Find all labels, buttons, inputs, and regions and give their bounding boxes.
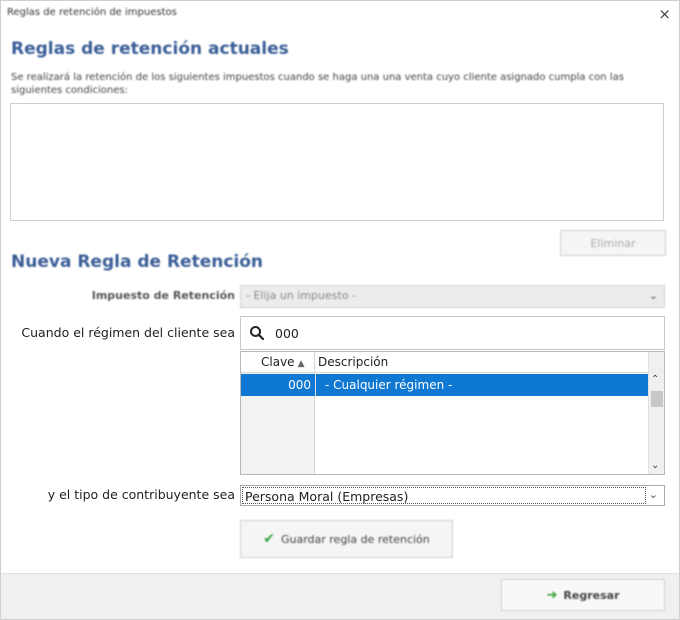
dialog-window: Reglas de retención de impuestos × Regla… bbox=[0, 0, 680, 620]
delete-button-label: Eliminar bbox=[590, 236, 636, 250]
cell-descripcion: - Cualquier régimen - bbox=[325, 378, 453, 392]
grid-scrollbar[interactable]: ⌃ ⌄ bbox=[648, 352, 664, 474]
column-header-clave[interactable]: Clave ▲ bbox=[241, 352, 315, 373]
window-title: Reglas de retención de impuestos bbox=[7, 7, 177, 18]
taxpayer-select[interactable]: Persona Moral (Empresas) ⌄ bbox=[240, 485, 665, 506]
tax-label: Impuesto de Retención bbox=[91, 289, 235, 302]
title-bar: Reglas de retención de impuestos × bbox=[1, 1, 679, 29]
regimen-search-input[interactable] bbox=[273, 323, 653, 343]
save-rule-button-label: Guardar regla de retención bbox=[280, 532, 430, 546]
table-row[interactable]: 000 - Cualquier régimen - bbox=[241, 374, 648, 396]
chevron-up-icon[interactable]: ⌃ bbox=[651, 374, 659, 385]
cell-clave: 000 bbox=[288, 378, 311, 392]
back-button-label: Regresar bbox=[563, 588, 620, 602]
close-icon[interactable]: × bbox=[658, 5, 671, 23]
sort-asc-icon: ▲ bbox=[297, 359, 305, 369]
scrollbar-thumb[interactable] bbox=[651, 391, 663, 407]
back-button[interactable]: ➜ Regresar bbox=[501, 579, 665, 611]
tax-select[interactable]: - Elija un impuesto - ⌄ bbox=[240, 285, 665, 308]
save-rule-button[interactable]: ✔ Guardar regla de retención bbox=[240, 520, 453, 558]
column-header-descripcion[interactable]: Descripción bbox=[316, 352, 649, 373]
chevron-down-icon: ⌄ bbox=[648, 488, 658, 501]
taxpayer-select-value: Persona Moral (Empresas) bbox=[242, 487, 646, 504]
row-divider bbox=[315, 374, 316, 396]
regimen-search-box[interactable] bbox=[240, 316, 665, 350]
arrow-icon: ➜ bbox=[546, 587, 558, 603]
new-rule-heading: Nueva Regla de Retención bbox=[11, 252, 264, 272]
search-icon bbox=[250, 326, 265, 341]
current-rules-list[interactable] bbox=[10, 103, 664, 221]
delete-button[interactable]: Eliminar bbox=[560, 230, 666, 256]
current-rules-heading: Reglas de retención actuales bbox=[11, 39, 289, 59]
check-icon: ✔ bbox=[263, 531, 275, 547]
taxpayer-label: y el tipo de contribuyente sea bbox=[47, 487, 235, 502]
chevron-down-icon[interactable]: ⌄ bbox=[651, 460, 659, 471]
tax-select-value: - Elija un impuesto - bbox=[246, 289, 356, 302]
regimen-grid[interactable]: Clave ▲ Descripción 000 - Cualquier régim… bbox=[240, 351, 665, 475]
chevron-down-icon: ⌄ bbox=[648, 289, 658, 302]
regimen-label: Cuando el régimen del cliente sea bbox=[21, 325, 235, 340]
current-rules-description: Se realizará la retención de los siguien… bbox=[11, 72, 624, 96]
grid-header: Clave ▲ Descripción bbox=[241, 352, 649, 373]
